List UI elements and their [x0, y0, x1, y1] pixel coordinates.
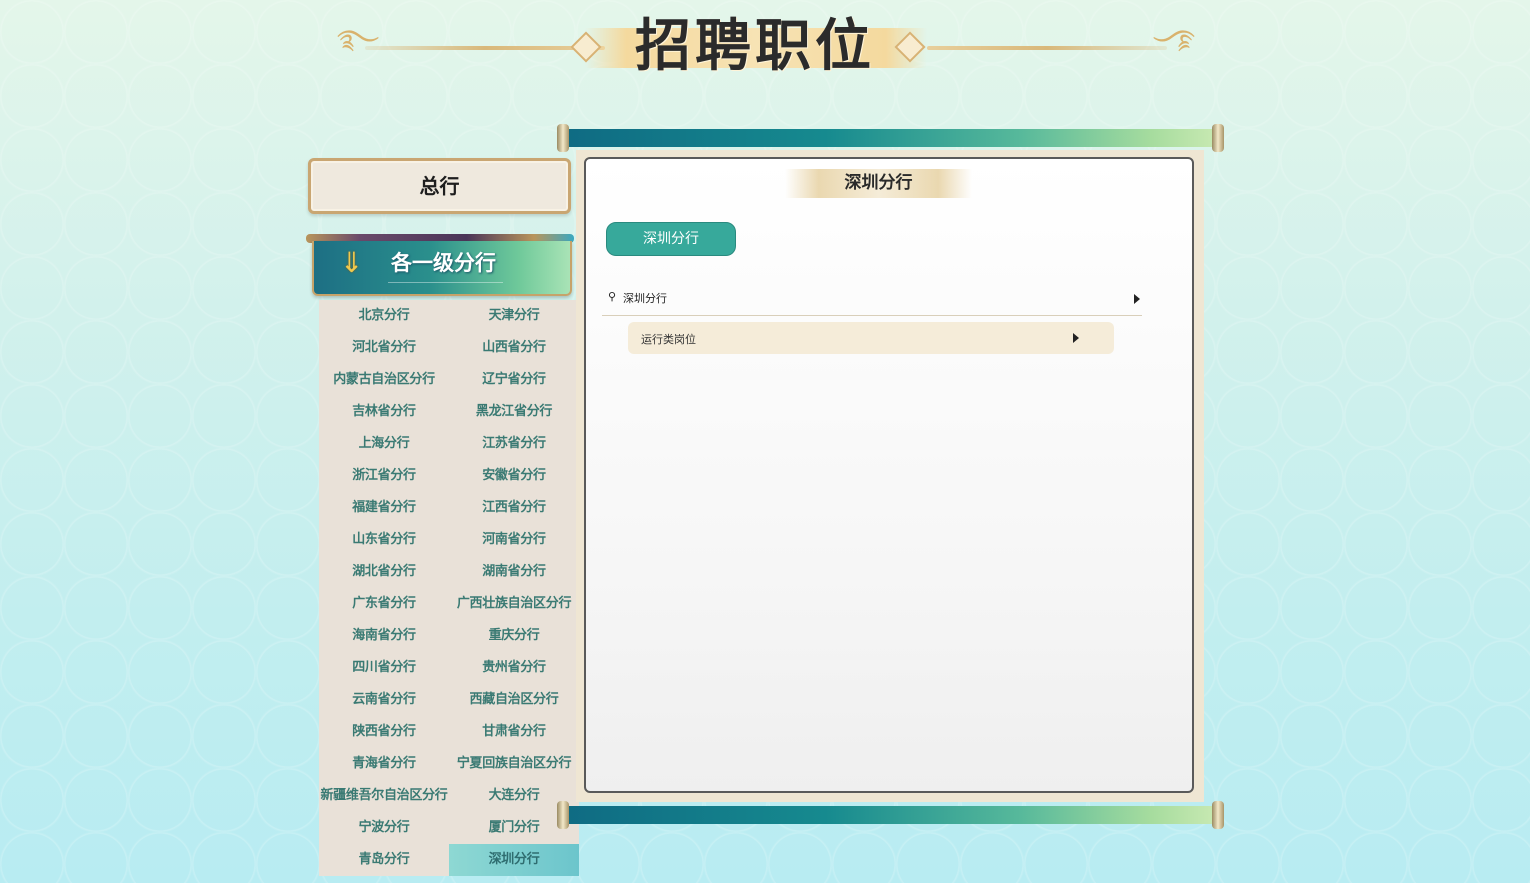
location-row[interactable]: ⚲ 深圳分行 — [602, 286, 1142, 316]
scroll-rod-bar — [565, 129, 1216, 147]
branch-item[interactable]: 浙江省分行 — [319, 460, 449, 492]
branch-item[interactable]: 黑龙江省分行 — [449, 396, 579, 428]
branch-item[interactable]: 西藏自治区分行 — [449, 684, 579, 716]
branch-list: 北京分行 天津分行 河北省分行 山西省分行 内蒙古自治区分行 辽宁省分行 吉林省分行 黑龙江省… — [319, 300, 579, 876]
scroll-rod-cap — [1212, 801, 1224, 829]
branch-item[interactable]: 深圳分行 — [449, 844, 579, 876]
scroll-rod-top — [557, 124, 1224, 152]
branch-item[interactable]: 甘肃省分行 — [449, 716, 579, 748]
location-label: 深圳分行 — [623, 292, 667, 305]
branch-item[interactable]: 云南省分行 — [319, 684, 449, 716]
branch-item[interactable]: 陕西省分行 — [319, 716, 449, 748]
branch-item[interactable]: 河南省分行 — [449, 524, 579, 556]
down-arrow-icon: ⇓ — [340, 246, 364, 279]
scroll-rod-bar — [565, 806, 1216, 824]
branch-item[interactable]: 山西省分行 — [449, 332, 579, 364]
branch-item[interactable]: 宁夏回族自治区分行 — [449, 748, 579, 780]
branch-item[interactable]: 北京分行 — [319, 300, 449, 332]
headquarters-button[interactable]: 总行 — [308, 158, 571, 214]
caret-right-icon — [1134, 294, 1140, 304]
page-title: 招聘职位 — [635, 13, 875, 79]
branch-item[interactable]: 辽宁省分行 — [449, 364, 579, 396]
branch-item[interactable]: 江西省分行 — [449, 492, 579, 524]
branch-item[interactable]: 新疆维吾尔自治区分行 — [319, 780, 449, 812]
branch-item[interactable]: 天津分行 — [449, 300, 579, 332]
branch-item[interactable]: 青岛分行 — [319, 844, 449, 876]
branch-filter-button[interactable]: 深圳分行 — [606, 222, 736, 256]
scroll-rod-bottom — [557, 801, 1224, 829]
branch-item[interactable]: 海南省分行 — [319, 620, 449, 652]
scroll-rod-cap — [557, 801, 569, 829]
scroll-rod-cap — [1212, 124, 1224, 152]
branches-header-underline — [388, 282, 503, 283]
branch-item[interactable]: 四川省分行 — [319, 652, 449, 684]
branch-item[interactable]: 河北省分行 — [319, 332, 449, 364]
cloud-ornament-icon: ࿐ — [337, 25, 380, 55]
branch-item[interactable]: 福建省分行 — [319, 492, 449, 524]
map-pin-icon: ⚲ — [608, 290, 617, 303]
branch-item[interactable]: 广东省分行 — [319, 588, 449, 620]
branch-item[interactable]: 山东省分行 — [319, 524, 449, 556]
scroll-rod-cap — [557, 124, 569, 152]
job-category-label: 运行类岗位 — [641, 333, 696, 346]
branch-item[interactable]: 内蒙古自治区分行 — [319, 364, 449, 396]
branch-item[interactable]: 贵州省分行 — [449, 652, 579, 684]
header-line-right — [927, 46, 1167, 50]
caret-right-icon — [1073, 333, 1079, 343]
header-line-left — [365, 46, 605, 50]
branch-item[interactable]: 重庆分行 — [449, 620, 579, 652]
branches-header: ⇓ 各一级分行 — [306, 234, 574, 298]
branch-item[interactable]: 宁波分行 — [319, 812, 449, 844]
branch-item[interactable]: 上海分行 — [319, 428, 449, 460]
panel-title: 深圳分行 — [785, 169, 972, 198]
page-header: ࿐ ࿐ 招聘职位 — [335, 10, 1197, 85]
branch-item[interactable]: 湖北省分行 — [319, 556, 449, 588]
branch-item[interactable]: 广西壮族自治区分行 — [449, 588, 579, 620]
cloud-ornament-icon: ࿐ — [1152, 25, 1195, 55]
branch-item[interactable]: 吉林省分行 — [319, 396, 449, 428]
branches-header-label: 各一级分行 — [391, 250, 496, 275]
branch-item[interactable]: 湖南省分行 — [449, 556, 579, 588]
branch-item[interactable]: 江苏省分行 — [449, 428, 579, 460]
branch-item[interactable]: 青海省分行 — [319, 748, 449, 780]
job-category-row[interactable]: 运行类岗位 — [628, 322, 1114, 354]
branch-item[interactable]: 安徽省分行 — [449, 460, 579, 492]
